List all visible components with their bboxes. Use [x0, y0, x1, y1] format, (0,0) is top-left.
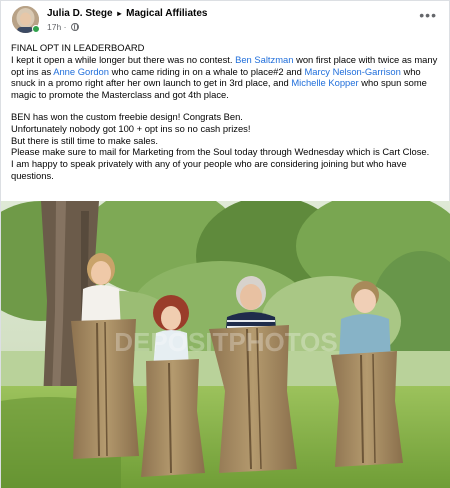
author-line: Julia D. Stege ▸ Magical Affiliates: [47, 8, 207, 19]
post-card: Julia D. Stege ▸ Magical Affiliates 17h …: [0, 0, 450, 488]
post-paragraph-2-line-3: But there is still time to make sales.: [11, 134, 158, 146]
post-photo[interactable]: DEPOSITPHOTOS: [1, 201, 450, 488]
post-meta: 17h ·: [47, 22, 79, 32]
globe-icon: [70, 23, 79, 31]
post-paragraph-2-line-4: Please make sure to mail for Marketing f…: [11, 146, 430, 158]
text-run: who came riding in on a whale to place#2…: [109, 65, 305, 77]
text-run: I kept it open a while longer but there …: [11, 53, 236, 65]
post-paragraph-2-line-5: I am happy to speak privately with any o…: [11, 158, 407, 181]
group-name[interactable]: Magical Affiliates: [126, 8, 207, 19]
post-paragraph-1: I kept it open a while longer but there …: [11, 54, 441, 101]
post-body: FINAL OPT IN LEADERBOARD I kept it open …: [11, 42, 441, 182]
author-name[interactable]: Julia D. Stege: [47, 8, 113, 19]
mention-ben-saltzman[interactable]: Ben Saltzman: [235, 54, 293, 65]
caret-right-icon: ▸: [117, 9, 122, 18]
photo-watermark: DEPOSITPHOTOS: [114, 327, 337, 357]
post-heading: FINAL OPT IN LEADERBOARD: [11, 42, 145, 53]
post-timestamp[interactable]: 17h: [47, 22, 61, 32]
online-status-dot: [32, 25, 40, 33]
more-options-button[interactable]: •••: [419, 8, 437, 22]
post-paragraph-2-line-2: Unfortunately nobody got 100 + opt ins s…: [11, 122, 251, 134]
mention-anne-gordon[interactable]: Anne Gordon: [53, 66, 109, 77]
mention-michelle-kopper[interactable]: Michelle Kopper: [291, 77, 358, 88]
post-header: Julia D. Stege ▸ Magical Affiliates 17h …: [1, 1, 450, 37]
post-paragraph-2-line-1: BEN has won the custom freebie design! C…: [11, 110, 243, 122]
mention-marcy-nelson-garrison[interactable]: Marcy Nelson-Garrison: [304, 66, 400, 77]
